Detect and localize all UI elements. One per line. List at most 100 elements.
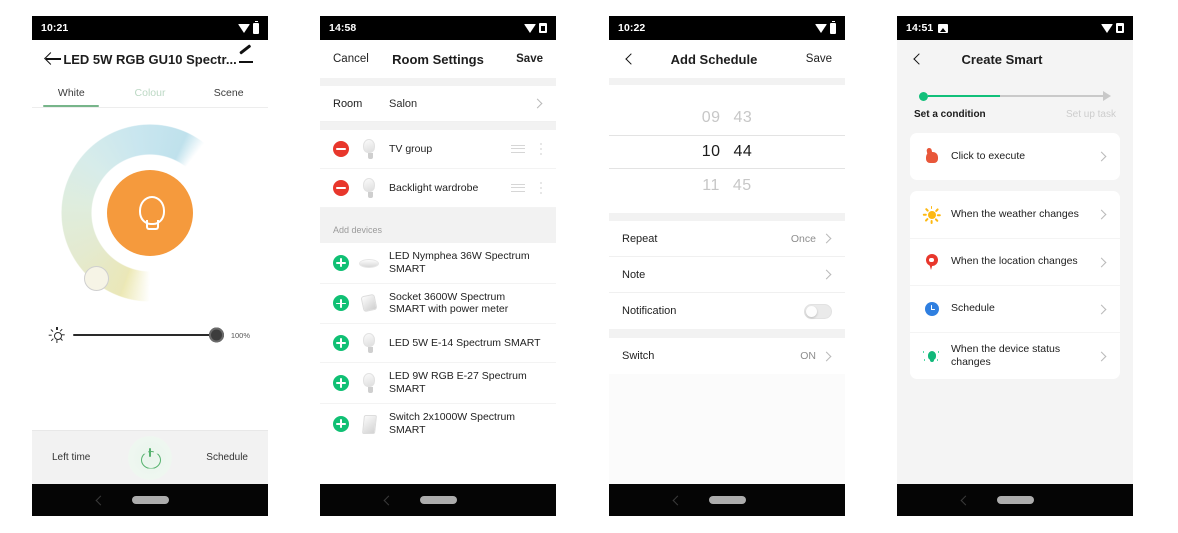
schedule-button[interactable]: Schedule: [206, 452, 248, 463]
list-item[interactable]: Switch 2x1000W Spectrum SMART: [320, 403, 556, 444]
brightness-slider-row: 100%: [32, 327, 268, 343]
tab-colour[interactable]: Colour: [111, 78, 190, 107]
status-time: 10:21: [41, 22, 69, 34]
system-nav-bar: [609, 484, 845, 516]
brightness-icon: [49, 327, 66, 343]
step-label-condition: Set a condition: [914, 109, 986, 120]
row-switch[interactable]: Switch ON: [609, 338, 845, 374]
list-item[interactable]: Socket 3600W Spectrum SMART with power m…: [320, 283, 556, 325]
list-item-device-status[interactable]: When the device status changes: [910, 332, 1120, 379]
device-thumbnail: [358, 137, 380, 161]
save-button[interactable]: Save: [501, 53, 543, 65]
drag-handle-icon[interactable]: [511, 183, 527, 194]
device-name: Backlight wardrobe: [389, 181, 479, 194]
spacer: [320, 122, 556, 130]
temperature-dial[interactable]: [61, 124, 239, 302]
chevron-right-icon: [821, 351, 832, 362]
remove-icon[interactable]: [333, 180, 349, 196]
page-title: LED 5W RGB GU10 Spectr...: [63, 51, 237, 67]
save-button[interactable]: Save: [790, 53, 832, 65]
room-label: Room: [333, 97, 363, 110]
room-row[interactable]: Room Salon: [320, 86, 556, 122]
home-pill-icon[interactable]: [996, 496, 1034, 504]
chevron-right-icon: [1096, 304, 1107, 315]
cancel-button[interactable]: Cancel: [333, 53, 375, 65]
assigned-devices-list: TV group Backlight wardrobe: [320, 130, 556, 208]
device-icon: [923, 348, 940, 365]
list-item-location[interactable]: When the location changes: [910, 238, 1120, 285]
system-nav-bar: [897, 484, 1133, 516]
add-icon[interactable]: [333, 254, 349, 271]
back-chevron-icon[interactable]: [910, 51, 926, 67]
time-picker[interactable]: 09 43 10 44 11 45: [609, 85, 845, 213]
nav-back-icon[interactable]: [94, 495, 104, 505]
list-item[interactable]: TV group: [320, 130, 556, 169]
battery-icon: [1116, 23, 1124, 33]
status-time: 14:51: [906, 22, 934, 34]
card-click-to-execute: Click to execute: [910, 133, 1120, 180]
screenshot-stage: 10:21 LED 5W RGB GU10 Spectr... White Co…: [0, 0, 1178, 533]
list-item[interactable]: LED 5W E-14 Spectrum SMART: [320, 324, 556, 364]
list-item-schedule[interactable]: Schedule: [910, 285, 1120, 332]
device-name: TV group: [389, 142, 433, 155]
tab-scene[interactable]: Scene: [189, 78, 268, 107]
list-item-click-to-execute[interactable]: Click to execute: [910, 133, 1120, 180]
time-picker-row-selected[interactable]: 10 44: [609, 135, 845, 169]
back-chevron-icon[interactable]: [622, 51, 638, 67]
status-bar: 10:21: [32, 16, 268, 40]
color-temperature-dial-area: 100%: [32, 108, 268, 430]
list-item[interactable]: Backlight wardrobe: [320, 169, 556, 208]
nav-back-icon[interactable]: [959, 495, 969, 505]
wifi-icon: [815, 23, 827, 33]
step-labels: Set a condition Set up task: [897, 103, 1133, 120]
battery-icon: [830, 20, 836, 34]
more-dots-icon[interactable]: [540, 143, 543, 155]
home-pill-icon[interactable]: [131, 496, 169, 504]
time-picker-row-next[interactable]: 11 45: [609, 169, 845, 203]
hour-value: 10: [701, 143, 721, 160]
add-icon[interactable]: [333, 295, 349, 312]
device-thumbnail: [358, 251, 380, 275]
remove-icon[interactable]: [333, 141, 349, 157]
brightness-value: 100%: [230, 330, 250, 340]
bulb-toggle-button[interactable]: [107, 170, 193, 256]
more-dots-icon[interactable]: [540, 182, 543, 194]
dial-knob[interactable]: [84, 266, 109, 291]
screen-create-smart: Create Smart Set a condition Set up task: [897, 40, 1133, 484]
minute-value: 45: [732, 177, 752, 194]
home-pill-icon[interactable]: [419, 496, 457, 504]
home-pill-icon[interactable]: [708, 496, 746, 504]
row-note[interactable]: Note: [609, 257, 845, 293]
left-time-button[interactable]: Left time: [52, 452, 90, 463]
add-icon[interactable]: [333, 374, 349, 391]
nav-back-icon[interactable]: [382, 495, 392, 505]
brightness-slider[interactable]: [73, 327, 224, 343]
row-repeat[interactable]: Repeat Once: [609, 221, 845, 257]
nav-back-icon[interactable]: [671, 495, 681, 505]
add-icon[interactable]: [333, 335, 349, 352]
content-filler: [897, 379, 1133, 484]
list-item[interactable]: LED Nymphea 36W Spectrum SMART: [320, 243, 556, 284]
row-notification[interactable]: Notification: [609, 293, 845, 329]
list-item-weather[interactable]: When the weather changes: [910, 191, 1120, 238]
power-button[interactable]: [128, 435, 172, 480]
tab-white[interactable]: White: [32, 78, 111, 107]
app-bar: Cancel Room Settings Save: [320, 40, 556, 78]
available-devices-list: LED Nymphea 36W Spectrum SMART Socket 36…: [320, 243, 556, 444]
add-icon[interactable]: [333, 415, 349, 432]
device-thumbnail: [358, 291, 380, 315]
brightness-slider-knob[interactable]: [208, 327, 224, 343]
phone-create-smart: 14:51 Create Smart Set a condition Set u…: [897, 16, 1133, 516]
drag-handle-icon[interactable]: [511, 144, 527, 155]
content-filler: [609, 374, 845, 484]
chevron-right-icon: [532, 98, 543, 109]
card-conditions: When the weather changes When the locati…: [910, 191, 1120, 379]
back-arrow-icon[interactable]: [45, 50, 63, 68]
list-item[interactable]: LED 9W RGB E-27 Spectrum SMART: [320, 363, 556, 404]
pencil-icon[interactable]: [237, 50, 255, 68]
battery-icon: [253, 20, 259, 34]
time-picker-row-prev[interactable]: 09 43: [609, 101, 845, 135]
item-label: When the weather changes: [951, 207, 1079, 220]
notification-toggle[interactable]: [804, 303, 832, 319]
page-title: Add Schedule: [670, 51, 758, 67]
